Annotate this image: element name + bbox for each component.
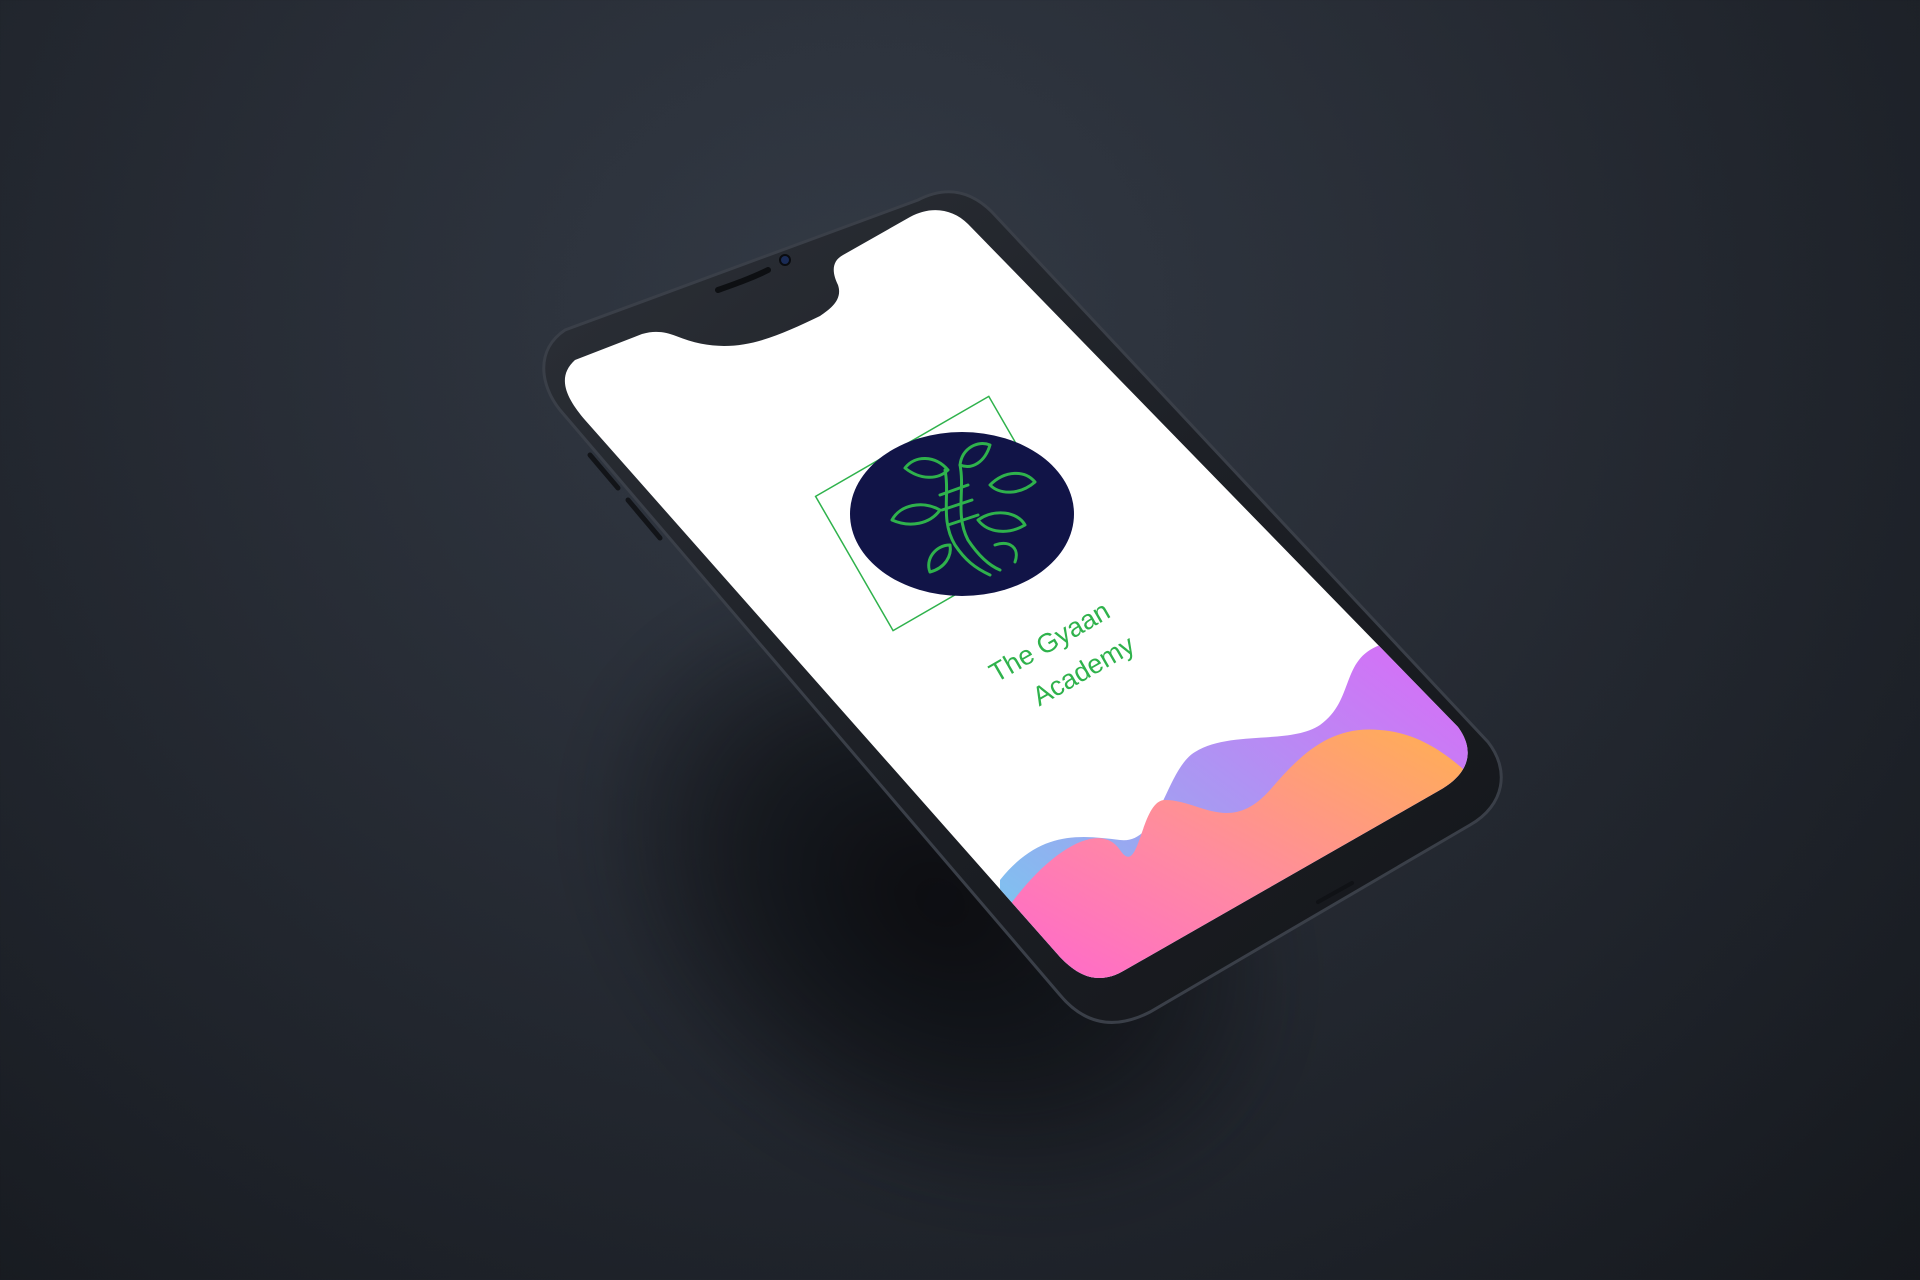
front-camera (779, 254, 791, 266)
phone-mockup: The Gyaan Academy (542, 190, 1503, 1024)
